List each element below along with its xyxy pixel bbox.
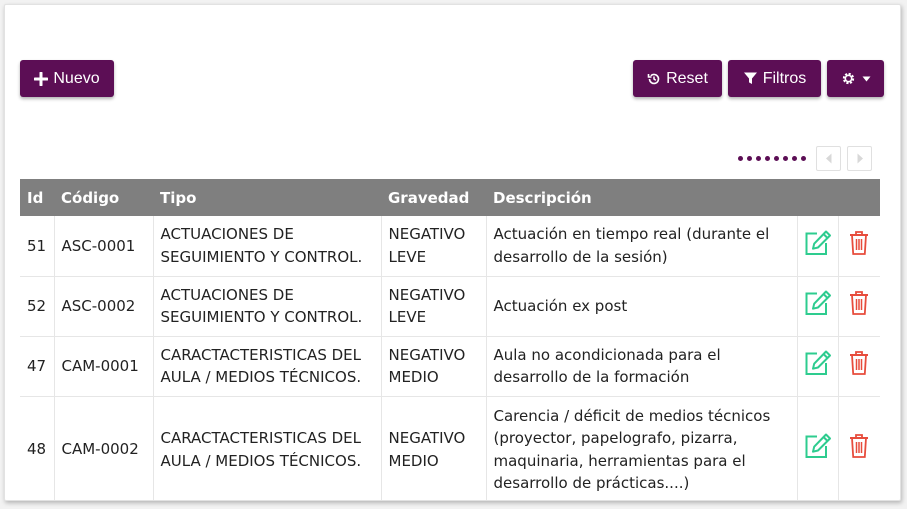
cell-descripcion: Carencia / déficit de medios técnicos (p… [486, 396, 798, 500]
trash-icon [850, 230, 869, 255]
reset-button-label: Reset [666, 69, 708, 87]
header-descripcion[interactable]: Descripción [486, 179, 797, 216]
delete-cell [838, 276, 880, 337]
data-table: Id Código Tipo Gravedad Descripción 51 A… [20, 179, 880, 500]
edit-cell [797, 216, 839, 277]
cell-descripcion: Actuación ex post [486, 276, 798, 337]
table-row: 48 CAM-0002 CARACTACTERISTICAS DEL AULA … [20, 396, 880, 500]
prev-page-button[interactable] [816, 146, 841, 171]
table-row: 52 ASC-0002 ACTUACIONES DE SEGUIMIENTO Y… [20, 276, 880, 337]
caret-down-icon [862, 76, 871, 82]
delete-cell [838, 396, 880, 500]
trash-icon [850, 350, 869, 375]
cell-id: 47 [20, 336, 55, 397]
edit-icon [805, 230, 831, 255]
cell-gravedad: NEGATIVO LEVE [381, 216, 487, 277]
header-tipo[interactable]: Tipo [153, 179, 381, 216]
cell-gravedad: NEGATIVO MEDIO [381, 336, 487, 397]
delete-cell [838, 336, 880, 397]
new-button-label: Nuevo [53, 69, 100, 87]
edit-button[interactable] [803, 432, 833, 460]
cell-descripcion: Aula no acondicionada para el desarrollo… [486, 336, 798, 397]
header-gravedad[interactable]: Gravedad [381, 179, 486, 216]
filters-button[interactable]: Filtros [728, 60, 821, 97]
cell-codigo: ASC-0002 [54, 276, 154, 337]
cell-gravedad: NEGATIVO MEDIO [381, 396, 487, 500]
main-card: Nuevo Reset Filtros Id Código Tipo Grave… [4, 4, 901, 501]
edit-icon [805, 433, 831, 459]
cell-codigo: CAM-0001 [54, 336, 154, 397]
cell-tipo: CARACTACTERISTICAS DEL AULA / MEDIOS TÉC… [153, 336, 382, 397]
pagination [738, 146, 872, 171]
header-id[interactable]: Id [20, 179, 54, 216]
plus-icon [34, 71, 49, 86]
filters-button-label: Filtros [762, 69, 807, 87]
edit-cell [797, 336, 839, 397]
cell-descripcion: Actuación en tiempo real (durante el des… [486, 216, 798, 277]
cell-codigo: CAM-0002 [54, 396, 154, 500]
new-button[interactable]: Nuevo [20, 60, 114, 97]
header-edit [797, 179, 838, 216]
cell-tipo: CARACTACTERISTICAS DEL AULA / MEDIOS TÉC… [153, 396, 382, 500]
delete-button[interactable] [849, 433, 869, 459]
delete-cell [838, 216, 880, 277]
edit-icon [805, 290, 831, 315]
edit-cell [797, 396, 839, 500]
delete-button[interactable] [849, 230, 869, 256]
history-icon [647, 72, 661, 86]
chevron-left-icon [825, 153, 831, 164]
page-dot[interactable] [756, 156, 761, 161]
edit-button[interactable] [803, 229, 833, 257]
page-dot[interactable] [801, 156, 806, 161]
table-row: 51 ASC-0001 ACTUACIONES DE SEGUIMIENTO Y… [20, 216, 880, 277]
trash-icon [850, 290, 869, 315]
cell-id: 52 [20, 276, 55, 337]
edit-button[interactable] [803, 289, 833, 317]
cell-gravedad: NEGATIVO LEVE [381, 276, 487, 337]
header-codigo[interactable]: Código [54, 179, 153, 216]
page-dot[interactable] [747, 156, 752, 161]
header-delete [838, 179, 880, 216]
reset-button[interactable]: Reset [633, 60, 722, 97]
cell-tipo: ACTUACIONES DE SEGUIMIENTO Y CONTROL. [153, 276, 382, 337]
settings-dropdown-button[interactable] [827, 60, 884, 97]
filter-icon [743, 71, 758, 86]
page-dot[interactable] [774, 156, 779, 161]
page-dot[interactable] [765, 156, 770, 161]
cell-id: 51 [20, 216, 55, 277]
next-page-button[interactable] [847, 146, 872, 171]
page-dot[interactable] [738, 156, 743, 161]
trash-icon [850, 434, 869, 459]
cell-tipo: ACTUACIONES DE SEGUIMIENTO Y CONTROL. [153, 216, 382, 277]
table-header-row: Id Código Tipo Gravedad Descripción [20, 179, 880, 216]
chevron-right-icon [857, 153, 863, 164]
edit-button[interactable] [803, 349, 833, 377]
table-row: 47 CAM-0001 CARACTACTERISTICAS DEL AULA … [20, 336, 880, 397]
delete-button[interactable] [849, 290, 869, 316]
cell-codigo: ASC-0001 [54, 216, 154, 277]
edit-cell [797, 276, 839, 337]
delete-button[interactable] [849, 350, 869, 376]
edit-icon [805, 350, 831, 375]
page-dot[interactable] [783, 156, 788, 161]
page-dot[interactable] [792, 156, 797, 161]
gear-icon [840, 70, 857, 87]
cell-id: 48 [20, 396, 55, 500]
